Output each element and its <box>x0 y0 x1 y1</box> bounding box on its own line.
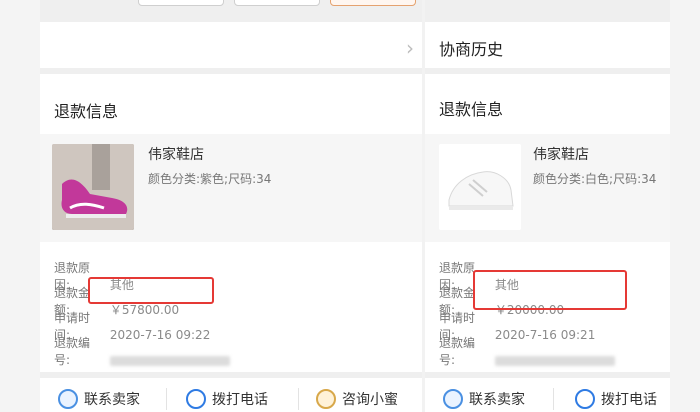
action-bar: 联系卖家 拨打电话 <box>425 372 670 412</box>
chat-icon <box>443 389 463 409</box>
top-button-primary[interactable] <box>330 0 416 6</box>
ask-assistant-label: 咨询小蜜 <box>342 392 398 408</box>
background-left <box>0 0 40 412</box>
call-phone-label: 拨打电话 <box>601 392 657 408</box>
amount-highlight-box <box>473 270 627 310</box>
top-actions-bar <box>425 0 670 22</box>
shoe-image <box>52 144 134 230</box>
action-bar: 联系卖家 拨打电话 咨询小蜜 <box>40 372 422 412</box>
history-link-row[interactable]: › <box>40 22 422 74</box>
refund-panel-left: › 退款信息 伟家鞋店 颜色分类:紫色;尺码:34 退款原因: 其他 退款金额:… <box>40 0 422 412</box>
phone-icon <box>575 389 595 409</box>
store-name: 伟家鞋店 <box>533 147 589 163</box>
refund-id-label: 退款编号: <box>439 336 476 367</box>
contact-seller-label: 联系卖家 <box>84 392 140 408</box>
product-thumbnail <box>439 144 521 230</box>
negotiation-history-title: 协商历史 <box>439 40 504 59</box>
ask-assistant-button[interactable]: 咨询小蜜 <box>316 386 398 412</box>
product-card[interactable]: 伟家鞋店 颜色分类:紫色;尺码:34 <box>40 134 422 242</box>
shoe-image <box>439 144 521 230</box>
action-divider <box>553 388 554 410</box>
background-right <box>670 0 700 412</box>
chat-icon <box>58 389 78 409</box>
product-card[interactable]: 伟家鞋店 颜色分类:白色;尺码:34 <box>425 134 670 242</box>
assistant-icon <box>316 389 336 409</box>
action-divider <box>166 388 167 410</box>
refund-panel-right: 协商历史 退款信息 伟家鞋店 颜色分类:白色;尺码:34 退款原因: 其他 退款… <box>425 0 670 412</box>
contact-seller-button[interactable]: 联系卖家 <box>58 386 140 412</box>
phone-icon <box>186 389 206 409</box>
refund-info-title: 退款信息 <box>439 100 504 119</box>
product-sku: 颜色分类:白色;尺码:34 <box>533 172 657 186</box>
refund-id-label: 退款编号: <box>54 336 91 367</box>
refund-id-row: 退款编号: <box>439 334 615 368</box>
refund-info-title: 退款信息 <box>54 102 119 121</box>
refund-id-blurred <box>494 355 615 366</box>
call-phone-button[interactable]: 拨打电话 <box>575 386 657 412</box>
chevron-right-icon: › <box>406 36 414 60</box>
history-row[interactable]: 协商历史 <box>425 22 670 74</box>
refund-id-row: 退款编号: <box>54 334 230 368</box>
top-button[interactable] <box>234 0 320 6</box>
top-button[interactable] <box>138 0 224 6</box>
store-name: 伟家鞋店 <box>148 147 204 163</box>
contact-seller-label: 联系卖家 <box>469 392 525 408</box>
refund-id-blurred <box>109 355 230 366</box>
contact-seller-button[interactable]: 联系卖家 <box>443 386 525 412</box>
product-sku: 颜色分类:紫色;尺码:34 <box>148 172 272 186</box>
product-thumbnail <box>52 144 134 230</box>
amount-highlight-box <box>88 277 214 304</box>
call-phone-label: 拨打电话 <box>212 392 268 408</box>
call-phone-button[interactable]: 拨打电话 <box>186 386 268 412</box>
action-divider <box>298 388 299 410</box>
top-actions-bar <box>40 0 422 22</box>
